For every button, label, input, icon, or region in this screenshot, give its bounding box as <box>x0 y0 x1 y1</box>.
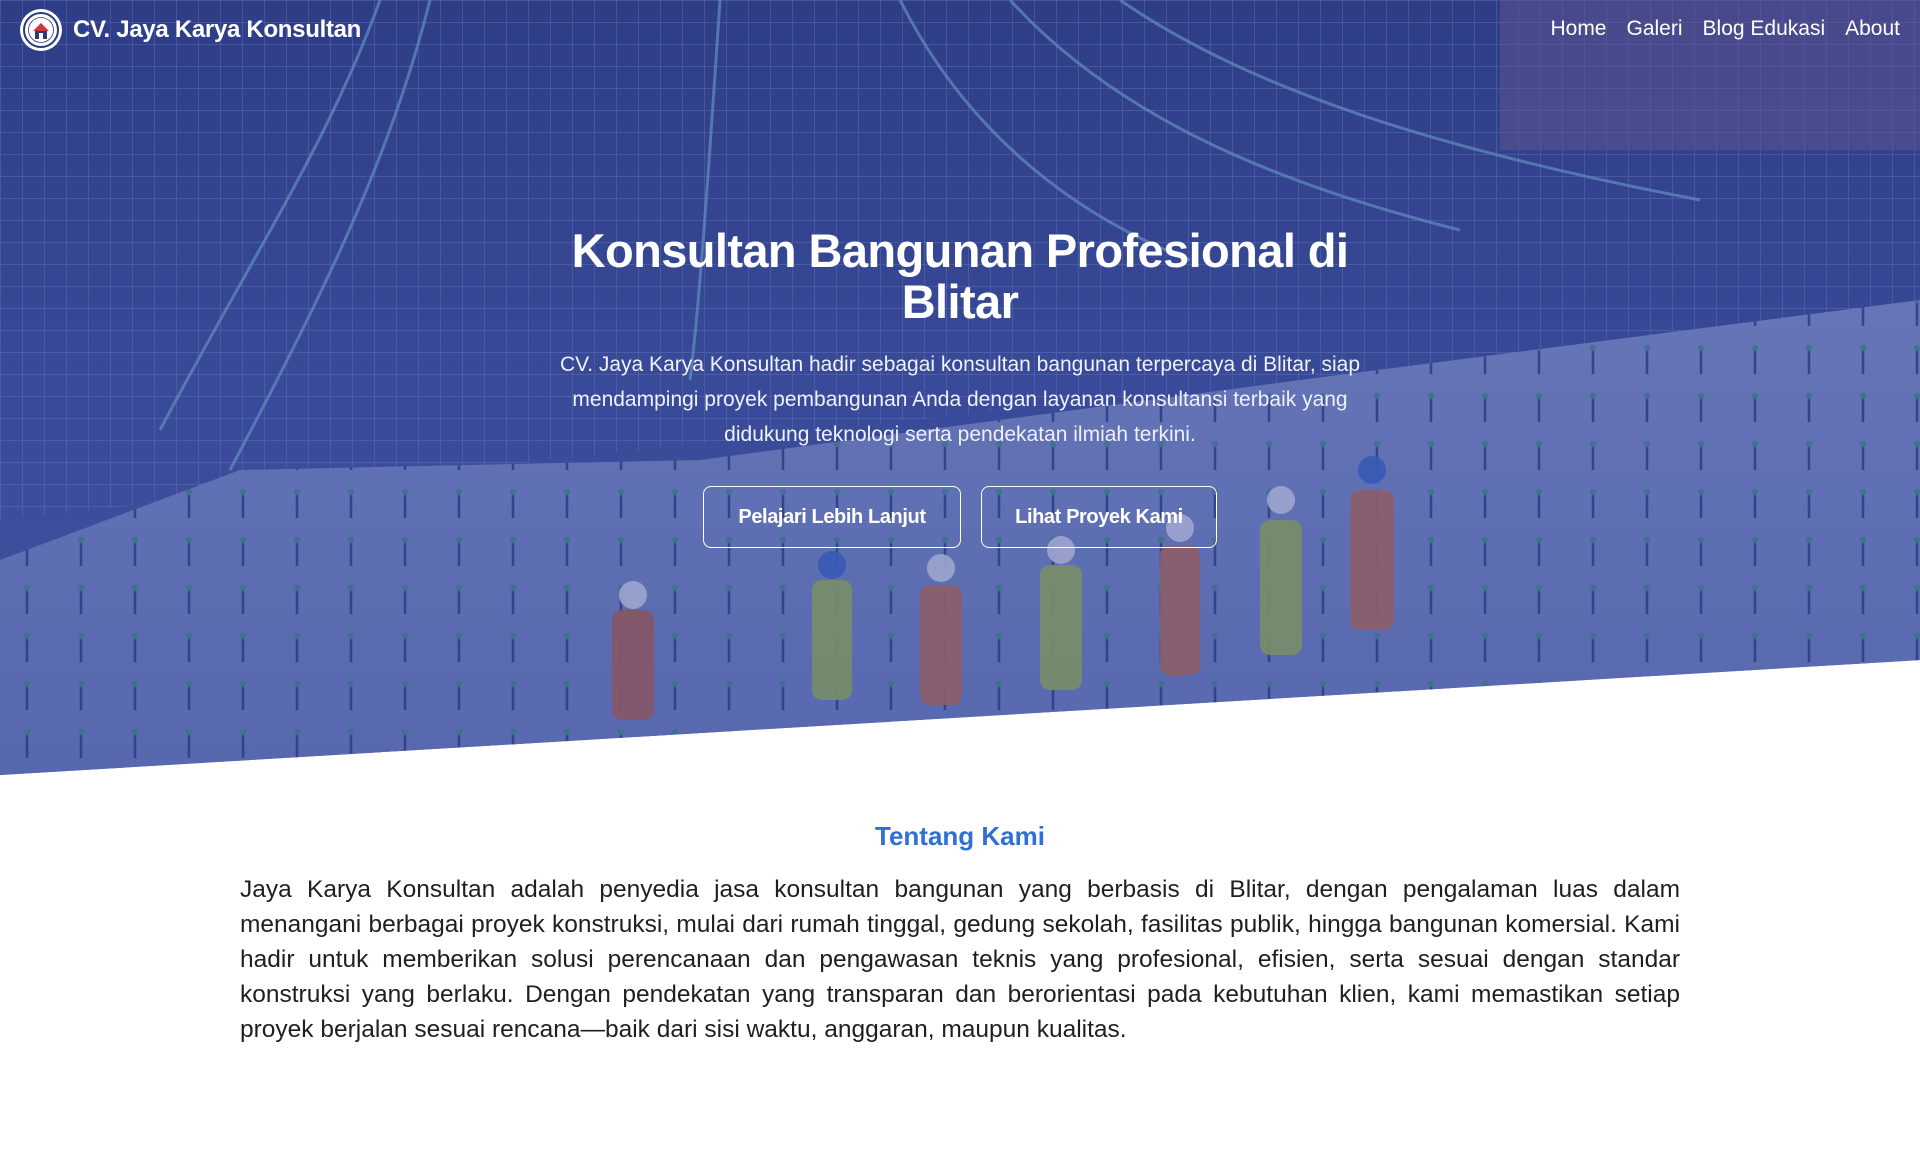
brand-link[interactable]: CV. Jaya Karya Konsultan <box>20 9 362 51</box>
hero-title: Konsultan Bangunan Profesional di Blitar <box>571 224 1349 328</box>
nav-link-home[interactable]: Home <box>1550 17 1606 41</box>
about-heading: Tentang Kami <box>875 821 1045 851</box>
hero-content: Konsultan Bangunan Profesional di Blitar… <box>510 225 1410 548</box>
navbar: CV. Jaya Karya Konsultan Home Galeri Blo… <box>0 0 1920 60</box>
company-logo-icon <box>20 9 62 51</box>
about-text: Jaya Karya Konsultan adalah penyedia jas… <box>240 876 1680 1043</box>
nav-link-galeri[interactable]: Galeri <box>1627 17 1683 41</box>
hero-description: CV. Jaya Karya Konsultan hadir sebagai k… <box>559 353 1361 446</box>
nav-links: Home Galeri Blog Edukasi About <box>1550 17 1900 41</box>
view-projects-button[interactable]: Lihat Proyek Kami <box>981 486 1217 548</box>
about-section: Tentang Kami Jaya Karya Konsultan adalah… <box>0 820 1920 1047</box>
hero-section: CV. Jaya Karya Konsultan Home Galeri Blo… <box>0 0 1920 780</box>
nav-link-about[interactable]: About <box>1845 17 1900 41</box>
brand-name: CV. Jaya Karya Konsultan <box>73 16 362 43</box>
learn-more-button[interactable]: Pelajari Lebih Lanjut <box>703 486 961 548</box>
hero-buttons: Pelajari Lebih Lanjut Lihat Proyek Kami <box>510 486 1410 548</box>
nav-link-blog-edukasi[interactable]: Blog Edukasi <box>1703 17 1826 41</box>
